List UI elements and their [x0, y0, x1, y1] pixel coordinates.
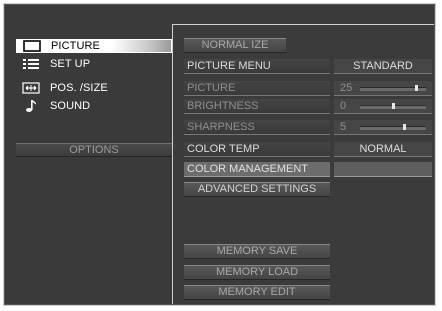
slider-knob[interactable] — [392, 103, 395, 109]
menu-item-picture[interactable]: PICTURE — [16, 39, 172, 53]
setting-picture[interactable]: PICTURE 25 — [184, 81, 432, 96]
menu-item-pos-size[interactable]: POS. /SIZE — [16, 81, 172, 95]
normalize-button[interactable]: NORMAL IZE — [184, 38, 286, 53]
menu-item-label: SET UP — [50, 58, 91, 70]
menu-item-set-up[interactable]: SET UP — [16, 57, 172, 71]
setting-brightness[interactable]: BRIGHTNESS 0 — [184, 99, 432, 114]
setting-value: NORMAL — [334, 142, 432, 157]
menu-item-sound[interactable]: SOUND — [16, 99, 172, 113]
setting-label: BRIGHTNESS — [184, 99, 330, 114]
setting-label: SHARPNESS — [184, 120, 330, 135]
memory-save-button[interactable]: MEMORY SAVE — [184, 244, 330, 259]
slider-knob[interactable] — [403, 124, 406, 130]
setting-value-box: 0 — [334, 99, 432, 114]
setting-value-box: 5 — [334, 120, 432, 135]
brightness-slider[interactable] — [360, 103, 426, 109]
resize-arrows-icon — [16, 81, 46, 95]
memory-load-button[interactable]: MEMORY LOAD — [184, 265, 330, 280]
setting-label: COLOR TEMP — [184, 142, 330, 157]
setting-sharpness[interactable]: SHARPNESS 5 — [184, 120, 432, 135]
setting-value: 5 — [340, 121, 347, 133]
setting-value: 0 — [340, 100, 347, 112]
setting-color-temp[interactable]: COLOR TEMP NORMAL — [184, 142, 432, 157]
menu-item-label: PICTURE — [51, 40, 100, 52]
picture-slider[interactable] — [360, 85, 426, 91]
slider-knob[interactable] — [415, 85, 418, 91]
menu-item-label: POS. /SIZE — [50, 82, 108, 94]
setting-label: PICTURE MENU — [184, 59, 330, 74]
setting-value — [334, 162, 432, 177]
music-note-icon — [16, 99, 46, 113]
setting-label: PICTURE — [184, 81, 330, 96]
memory-edit-button[interactable]: MEMORY EDIT — [184, 285, 330, 300]
setting-value: 25 — [340, 82, 353, 94]
advanced-settings-button[interactable]: ADVANCED SETTINGS — [184, 182, 330, 197]
setting-color-management[interactable]: COLOR MANAGEMENT — [184, 162, 432, 177]
options-button[interactable]: OPTIONS — [16, 143, 172, 157]
setting-label: COLOR MANAGEMENT — [184, 162, 330, 177]
setting-value-box: 25 — [334, 81, 432, 96]
picture-frame-icon — [17, 39, 47, 53]
menu-item-label: SOUND — [50, 100, 91, 112]
setting-value: STANDARD — [334, 59, 432, 74]
setting-picture-menu[interactable]: PICTURE MENU STANDARD — [184, 59, 432, 74]
sharpness-slider[interactable] — [360, 124, 426, 130]
list-icon — [16, 57, 46, 71]
